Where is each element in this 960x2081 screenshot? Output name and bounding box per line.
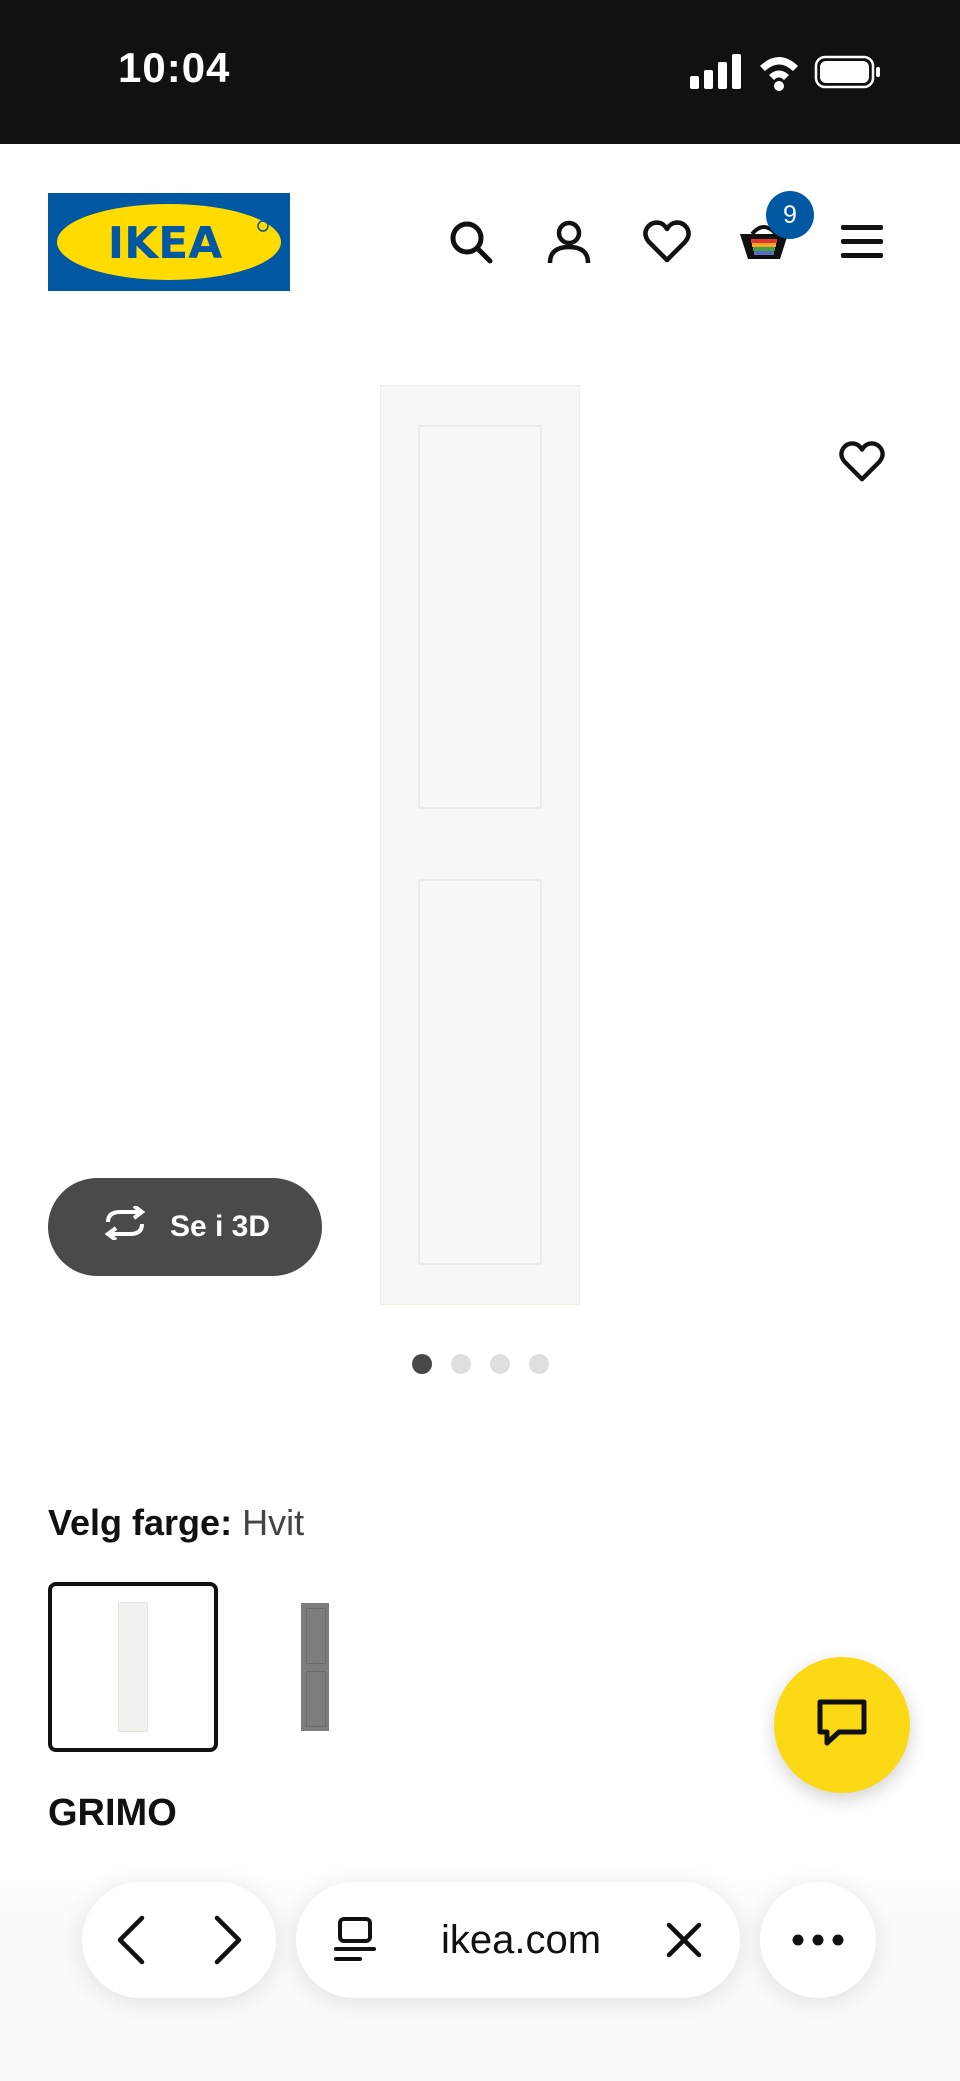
view-3d-button[interactable]: Se i 3D [48, 1178, 322, 1276]
browser-nav-pill [82, 1882, 276, 1998]
menu-icon[interactable] [832, 212, 892, 272]
chat-icon [817, 1699, 867, 1752]
ikea-logo[interactable]: IKEA [48, 193, 290, 291]
color-swatch-white[interactable] [48, 1582, 218, 1752]
browser-more-pill [760, 1882, 876, 1998]
more-options-icon[interactable] [792, 1934, 844, 1946]
reader-view-icon[interactable] [334, 1917, 376, 1963]
back-icon[interactable] [116, 1915, 146, 1965]
add-to-favorites-icon[interactable] [832, 432, 892, 492]
close-tab-icon[interactable] [666, 1922, 702, 1958]
logo-text: IKEA [108, 218, 223, 269]
color-swatch-grey[interactable] [230, 1582, 400, 1752]
search-icon[interactable] [441, 212, 501, 272]
address-bar[interactable]: ikea.com [296, 1882, 740, 1998]
wifi-icon [760, 57, 798, 91]
view-3d-label: Se i 3D [169, 1210, 271, 1243]
rotate-3d-icon [100, 1204, 150, 1248]
door-panel-top [418, 425, 542, 809]
status-icons [690, 52, 880, 97]
grey-door-thumbnail [301, 1603, 329, 1731]
status-bar: 10:04 [0, 0, 960, 144]
product-image[interactable] [380, 385, 580, 1305]
carousel-dot[interactable] [529, 1354, 549, 1374]
cart-count-badge: 9 [766, 191, 814, 239]
signal-icon [690, 54, 741, 89]
color-label: Velg farge: [48, 1502, 233, 1543]
carousel-dots [412, 1354, 549, 1374]
chat-button[interactable] [774, 1657, 910, 1793]
door-panel-bottom [418, 879, 542, 1265]
forward-icon[interactable] [213, 1915, 243, 1965]
carousel-dot[interactable] [490, 1354, 510, 1374]
favorites-icon[interactable] [637, 212, 697, 272]
color-value: Hvit [242, 1502, 305, 1543]
product-name: GRIMO [48, 1792, 177, 1834]
carousel-dot[interactable] [412, 1354, 432, 1374]
battery-icon [814, 55, 880, 89]
white-door-thumbnail [118, 1602, 148, 1732]
status-time: 10:04 [118, 44, 231, 91]
url-text[interactable]: ikea.com [441, 1918, 601, 1963]
account-icon[interactable] [539, 212, 599, 272]
color-selector-label: Velg farge: Hvit [48, 1502, 304, 1544]
carousel-dot[interactable] [451, 1354, 471, 1374]
